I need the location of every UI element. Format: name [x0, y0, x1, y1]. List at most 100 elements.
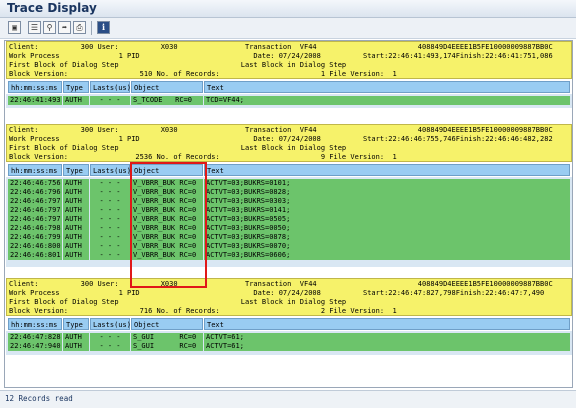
col-time-cell: 22:46:46:797	[8, 197, 62, 206]
col-time-cell: 22:46:46:799	[8, 233, 62, 242]
col-type-cell: AUTH	[63, 179, 89, 188]
col-lasts-cell: - - -	[90, 215, 130, 224]
block-header-line: First Block of Dialog Step Last Block in…	[9, 61, 347, 69]
col-time-cell: 22:46:46:797	[8, 215, 62, 224]
col-time-cell: 22:46:46:796	[8, 188, 62, 197]
block-header: Client: 300 User: X030 Transaction VF44 …	[6, 124, 572, 162]
block-header-line: Client: 300 User: X030 Transaction VF44 …	[9, 280, 553, 288]
col-time-cell: 22:46:46:797	[8, 206, 62, 215]
find-icon[interactable]: ⚲	[43, 21, 56, 34]
find-next-icon[interactable]: ➦	[58, 21, 71, 34]
col-text-cell: ACTVT=61;	[204, 333, 570, 342]
block-header: Client: 300 User: X030 Transaction VF44 …	[6, 41, 572, 79]
table-row[interactable]: 22:46:46:801 AUTH - - - V_VBRR_BUK RC=0 ACTV…	[6, 251, 572, 260]
table-row[interactable]: 22:46:46:798 AUTH - - - V_VBRR_BUK RC=0 ACTV…	[6, 224, 572, 233]
col-lasts-cell: - - -	[90, 333, 130, 342]
table-row[interactable]: 22:46:46:797 AUTH - - - V_VBRR_BUK RC=0 ACTV…	[6, 215, 572, 224]
column-header-row: hh:mm:ss:ms Type Lasts(us) Object Text	[6, 164, 572, 176]
col-type-cell: AUTH	[63, 233, 89, 242]
record-group: 22:46:41:493 AUTH - - - S_TCODE RC=0 TCD=VF4…	[6, 94, 572, 108]
col-text-cell: ACTVT=03;BUKRS=0101;	[204, 179, 570, 188]
col-text-cell: ACTVT=03;BUKRS=0141;	[204, 206, 570, 215]
col-type-cell: AUTH	[63, 242, 89, 251]
column-header-lasts[interactable]: Lasts(us)	[90, 164, 131, 176]
column-header-lasts[interactable]: Lasts(us)	[90, 318, 131, 330]
column-header-type[interactable]: Type	[63, 318, 89, 330]
col-lasts-cell: - - -	[90, 251, 130, 260]
col-time-cell: 22:46:46:801	[8, 251, 62, 260]
col-time-cell: 22:46:46:800	[8, 242, 62, 251]
col-text-cell: ACTVT=61;	[204, 342, 570, 351]
column-header-object[interactable]: Object	[131, 318, 203, 330]
display-icon[interactable]: ▣	[8, 21, 21, 34]
col-type-cell: AUTH	[63, 188, 89, 197]
block-header-line: Block Version: 2536 No. of Records: 9 Fi…	[9, 153, 397, 161]
column-header-text[interactable]: Text	[204, 164, 570, 176]
info-icon[interactable]: i	[97, 21, 110, 34]
block-header-line: Work Process 1 PID Date: 07/24/2008 Star…	[9, 289, 545, 297]
col-text-cell: ACTVT=03;BUKRS=0878;	[204, 233, 570, 242]
table-row[interactable]: 22:46:47:940 AUTH - - - S_GUI RC=0 ACTVT=61;	[6, 342, 572, 351]
status-text: 12 Records read	[5, 394, 73, 403]
filter-icon[interactable]: ☰	[28, 21, 41, 34]
block-header-line: Client: 300 User: X030 Transaction VF44 …	[9, 126, 553, 134]
column-header-object[interactable]: Object	[131, 81, 203, 93]
highlight-box	[130, 162, 207, 288]
col-type-cell: AUTH	[63, 96, 89, 105]
col-lasts-cell: - - -	[90, 224, 130, 233]
col-lasts-cell: - - -	[90, 242, 130, 251]
col-lasts-cell: - - -	[90, 197, 130, 206]
col-type-cell: AUTH	[63, 333, 89, 342]
table-row[interactable]: 22:46:46:756 AUTH - - - V_VBRR_BUK RC=0 ACTV…	[6, 179, 572, 188]
trace-content[interactable]: Client: 300 User: X030 Transaction VF44 …	[4, 40, 573, 388]
status-bar: 12 Records read	[0, 390, 576, 408]
block-header-line: Client: 300 User: X030 Transaction VF44 …	[9, 43, 553, 51]
table-row[interactable]: 22:46:46:796 AUTH - - - V_VBRR_BUK RC=0 ACTV…	[6, 188, 572, 197]
toolbar: ▣ ☰ ⚲ ➦ ⎙ i	[0, 18, 576, 39]
col-lasts-cell: - - -	[90, 96, 130, 105]
table-row[interactable]: 22:46:41:493 AUTH - - - S_TCODE RC=0 TCD=VF4…	[6, 96, 572, 105]
table-row[interactable]: 22:46:46:797 AUTH - - - V_VBRR_BUK RC=0 ACTV…	[6, 206, 572, 215]
block-header-line: Work Process 1 PID Date: 07/24/2008 Star…	[9, 135, 553, 143]
block-header-line: First Block of Dialog Step Last Block in…	[9, 144, 347, 152]
column-header-text[interactable]: Text	[204, 318, 570, 330]
col-text-cell: TCD=VF44;	[204, 96, 570, 105]
column-header-time[interactable]: hh:mm:ss:ms	[8, 164, 62, 176]
col-time-cell: 22:46:47:828	[8, 333, 62, 342]
toolbar-separator	[91, 21, 92, 35]
col-object-cell: S_TCODE RC=0	[131, 96, 203, 105]
table-row[interactable]: 22:46:46:800 AUTH - - - V_VBRR_BUK RC=0 ACTV…	[6, 242, 572, 251]
title-bar: Trace Display	[0, 0, 576, 18]
col-lasts-cell: - - -	[90, 342, 130, 351]
column-header-lasts[interactable]: Lasts(us)	[90, 81, 131, 93]
print-icon[interactable]: ⎙	[73, 21, 86, 34]
column-header-row: hh:mm:ss:ms Type Lasts(us) Object Text	[6, 81, 572, 93]
column-header-text[interactable]: Text	[204, 81, 570, 93]
block-header-line: Block Version: 716 No. of Records: 2 Fil…	[9, 307, 397, 315]
block-header-line: Work Process 1 PID Date: 07/24/2008 Star…	[9, 52, 553, 60]
col-object-cell: S_GUI RC=0	[131, 333, 203, 342]
column-header-time[interactable]: hh:mm:ss:ms	[8, 318, 62, 330]
col-text-cell: ACTVT=03;BUKRS=0828;	[204, 188, 570, 197]
col-time-cell: 22:46:46:756	[8, 179, 62, 188]
column-header-time[interactable]: hh:mm:ss:ms	[8, 81, 62, 93]
col-type-cell: AUTH	[63, 197, 89, 206]
col-type-cell: AUTH	[63, 224, 89, 233]
block-header-line: Block Version: 510 No. of Records: 1 Fil…	[9, 70, 397, 78]
block-header-line: First Block of Dialog Step Last Block in…	[9, 298, 347, 306]
window-title: Trace Display	[7, 1, 97, 15]
col-lasts-cell: - - -	[90, 233, 130, 242]
col-text-cell: ACTVT=03;BUKRS=0606;	[204, 251, 570, 260]
table-row[interactable]: 22:46:47:828 AUTH - - - S_GUI RC=0 ACTVT=61;	[6, 333, 572, 342]
table-row[interactable]: 22:46:46:799 AUTH - - - V_VBRR_BUK RC=0 ACTV…	[6, 233, 572, 242]
col-time-cell: 22:46:41:493	[8, 96, 62, 105]
col-text-cell: ACTVT=03;BUKRS=0303;	[204, 197, 570, 206]
record-group: 22:46:46:756 AUTH - - - V_VBRR_BUK RC=0 ACTV…	[6, 177, 572, 267]
column-header-type[interactable]: Type	[63, 164, 89, 176]
col-type-cell: AUTH	[63, 251, 89, 260]
table-row[interactable]: 22:46:46:797 AUTH - - - V_VBRR_BUK RC=0 ACTV…	[6, 197, 572, 206]
col-text-cell: ACTVT=03;BUKRS=0070;	[204, 242, 570, 251]
col-type-cell: AUTH	[63, 206, 89, 215]
column-header-type[interactable]: Type	[63, 81, 89, 93]
col-time-cell: 22:46:46:798	[8, 224, 62, 233]
